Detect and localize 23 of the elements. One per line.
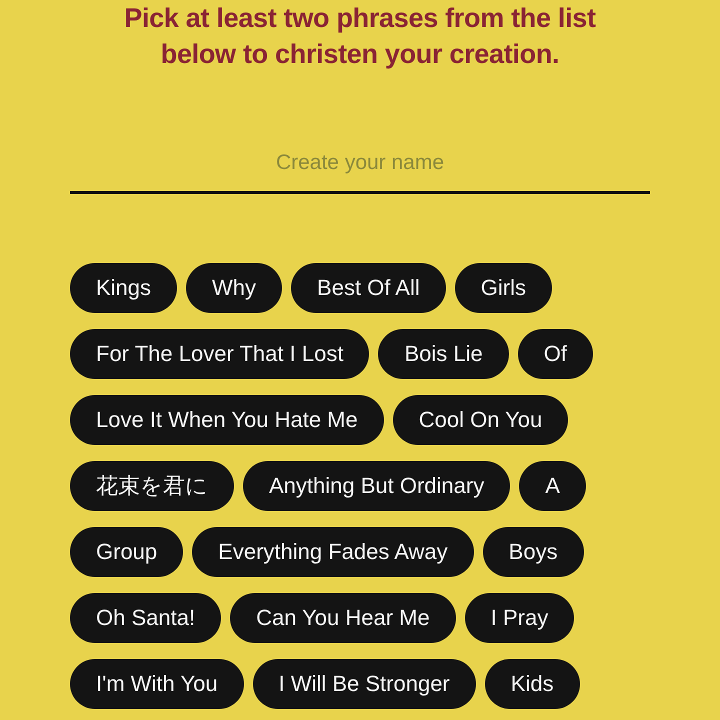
phrase-chip[interactable]: A <box>519 461 586 511</box>
phrase-chip[interactable]: Kings <box>70 263 178 313</box>
phrase-chip[interactable]: Everything Fades Away <box>192 527 474 577</box>
phrase-chip[interactable]: Oh Santa! <box>70 593 222 643</box>
phrase-chip[interactable]: Group <box>70 527 184 577</box>
phrase-chip[interactable]: Kids <box>484 659 580 709</box>
phrase-chip[interactable]: Of <box>518 329 593 379</box>
phrase-chip[interactable]: Girls <box>454 263 552 313</box>
phrase-chip[interactable]: Can You Hear Me <box>230 593 456 643</box>
phrase-chip[interactable]: Bois Lie <box>378 329 509 379</box>
instruction-heading: Pick at least two phrases from the list below to christen your creation. <box>123 2 597 71</box>
phrase-chip[interactable]: 花束を君に <box>70 461 234 511</box>
phrase-chip[interactable]: Best Of All <box>291 263 446 313</box>
phrase-chip[interactable]: I'm With You <box>70 659 244 709</box>
phrase-chip[interactable]: I Pray <box>464 593 574 643</box>
phrase-chip[interactable]: For The Lover That I Lost <box>70 329 370 379</box>
phrase-chip[interactable]: I Will Be Stronger <box>252 659 476 709</box>
phrase-chip[interactable]: Cool On You <box>392 395 568 445</box>
phrase-chip[interactable]: Why <box>186 263 282 313</box>
phrase-chip[interactable]: Anything But Ordinary <box>243 461 510 511</box>
phrase-chip[interactable]: Boys <box>482 527 584 577</box>
name-input-field[interactable]: Create your name <box>70 142 650 194</box>
phrase-chip[interactable]: Love It When You Hate Me <box>70 395 384 445</box>
